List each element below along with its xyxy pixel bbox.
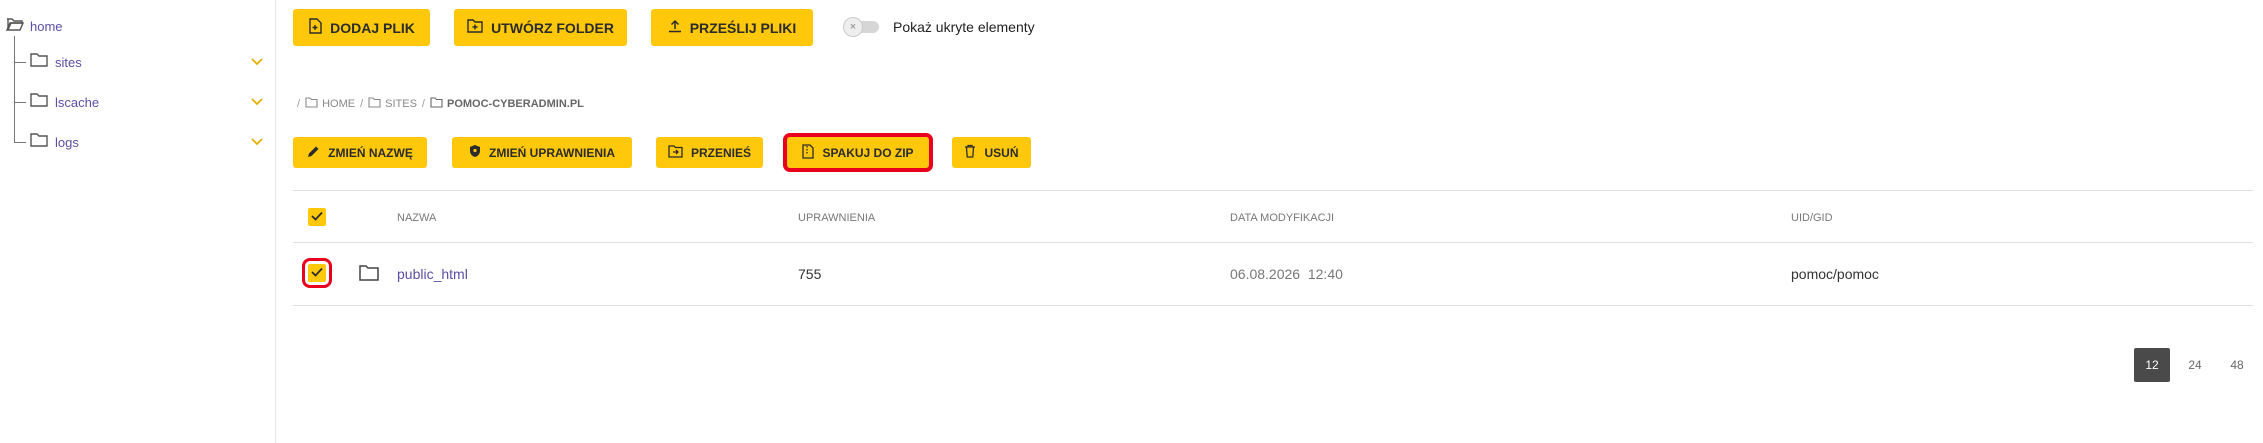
row-date: 06.08.2026 12:40	[1230, 266, 1343, 282]
zip-button[interactable]: SPAKUJ DO ZIP	[783, 133, 933, 172]
chevron-down-icon[interactable]	[250, 54, 264, 72]
select-all-checkbox[interactable]	[308, 208, 326, 226]
folder-move-icon	[668, 144, 683, 161]
change-permissions-button[interactable]: ZMIEŃ UPRAWNIENIA	[452, 137, 632, 168]
check-icon	[311, 264, 323, 282]
zip-label: SPAKUJ DO ZIP	[822, 145, 914, 160]
create-folder-label: UTWÓRZ FOLDER	[491, 19, 614, 36]
folder-icon	[30, 52, 48, 72]
folder-tree-sidebar: home sites lscache logs	[0, 0, 276, 443]
folder-icon	[359, 265, 379, 286]
column-header-permissions[interactable]: UPRAWNIENIA	[798, 212, 875, 224]
chevron-down-icon[interactable]	[250, 94, 264, 112]
tree-root-label: home	[30, 18, 63, 34]
show-hidden-toggle[interactable]: ×	[843, 17, 881, 37]
breadcrumb-home[interactable]: HOME	[305, 97, 355, 111]
column-header-name[interactable]: NAZWA	[397, 212, 436, 224]
tree-item-label: lscache	[55, 94, 100, 110]
page-size-12[interactable]: 12	[2134, 348, 2170, 382]
delete-button[interactable]: USUŃ	[952, 137, 1031, 168]
folder-icon	[430, 97, 443, 111]
column-header-modified[interactable]: DATA MODYFIKACJI	[1230, 212, 1334, 224]
row-uidgid: pomoc/pomoc	[1791, 266, 1879, 282]
move-label: PRZENIEŚ	[690, 145, 751, 160]
create-folder-button[interactable]: UTWÓRZ FOLDER	[454, 9, 627, 46]
upload-icon	[668, 19, 682, 36]
file-plus-icon	[308, 18, 322, 37]
folder-plus-icon	[467, 19, 483, 36]
delete-label: USUŃ	[984, 145, 1019, 160]
folder-icon	[30, 92, 48, 112]
folder-icon	[30, 132, 48, 152]
zip-file-icon	[802, 143, 815, 162]
row-checkbox[interactable]	[302, 258, 332, 288]
shield-icon	[469, 144, 481, 161]
trash-icon	[964, 144, 976, 161]
page-size-24[interactable]: 24	[2177, 348, 2213, 382]
breadcrumb: / HOME / SITES / POMOC-CYBERADMIN.PL	[297, 97, 584, 111]
add-file-button[interactable]: DODAJ PLIK	[293, 9, 430, 46]
show-hidden-label: Pokaż ukryte elementy	[893, 19, 1035, 35]
move-button[interactable]: PRZENIEŚ	[656, 137, 763, 168]
pencil-icon	[307, 145, 320, 161]
chevron-down-icon[interactable]	[250, 134, 264, 152]
folder-icon	[305, 97, 318, 111]
column-header-uidgid[interactable]: UID/GID	[1791, 212, 1833, 224]
upload-files-button[interactable]: PRZEŚLIJ PLIKI	[651, 9, 813, 46]
tree-item-label: logs	[55, 134, 79, 150]
page-size-48[interactable]: 48	[2219, 348, 2255, 382]
rename-button[interactable]: ZMIEŃ NAZWĘ	[293, 137, 427, 168]
tree-item-sites[interactable]: sites	[14, 52, 264, 72]
tree-item-lscache[interactable]: lscache	[14, 92, 264, 112]
breadcrumb-current: POMOC-CYBERADMIN.PL	[430, 97, 584, 111]
add-file-label: DODAJ PLIK	[330, 19, 415, 36]
check-icon	[311, 208, 323, 226]
tree-item-logs[interactable]: logs	[14, 132, 264, 152]
row-permissions: 755	[798, 266, 822, 282]
rename-label: ZMIEŃ NAZWĘ	[328, 145, 413, 160]
close-icon: ×	[843, 17, 863, 37]
upload-files-label: PRZEŚLIJ PLIKI	[689, 19, 797, 36]
breadcrumb-sites[interactable]: SITES	[368, 97, 417, 111]
folder-icon	[368, 97, 381, 111]
tree-root-home[interactable]: home	[5, 17, 63, 35]
folder-open-icon	[5, 17, 25, 35]
row-name-link[interactable]: public_html	[397, 266, 468, 282]
change-permissions-label: ZMIEŃ UPRAWNIENIA	[489, 145, 615, 160]
tree-item-label: sites	[55, 54, 82, 70]
